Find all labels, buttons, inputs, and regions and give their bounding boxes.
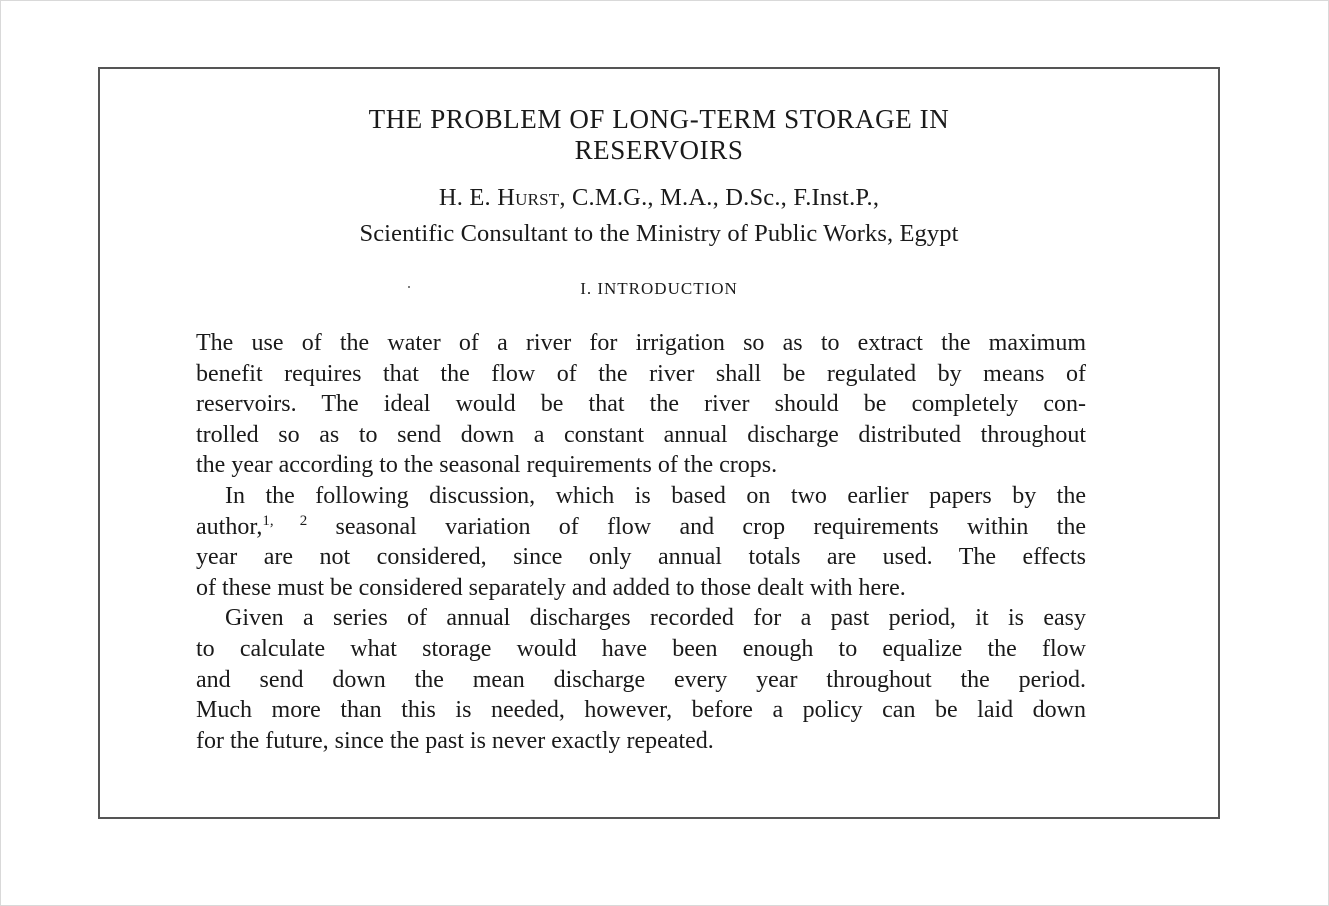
paragraph-2-line: year are not considered, since only annu…: [196, 544, 1086, 571]
paragraph-2-line: of these must be considered separately a…: [196, 574, 906, 601]
paragraph-1-line: benefit requires that the flow of the ri…: [196, 360, 1086, 387]
body-text: The use of the water of a river for irri…: [196, 328, 1086, 756]
paragraph-2-text: seasonal variation of flow and crop requ…: [307, 513, 1087, 540]
document-page: THE PROBLEM OF LONG-TERM STORAGE IN RESE…: [98, 67, 1220, 819]
paragraph-1-line: The use of the water of a river for irri…: [196, 330, 1086, 356]
paragraph-2-line: author,1, 2 seasonal variation of flow a…: [196, 512, 1086, 543]
paragraph-1-line: reservoirs. The ideal would be that the …: [196, 391, 1086, 418]
paragraph-2-word: author,: [196, 513, 263, 540]
paragraph-3-line: for the future, since the past is never …: [196, 727, 714, 754]
paragraph-3-line: to calculate what storage would have bee…: [196, 635, 1086, 662]
section-heading: I. INTRODUCTION: [580, 279, 738, 298]
paper-title: THE PROBLEM OF LONG-TERM STORAGE IN RESE…: [100, 104, 1218, 166]
author-affiliation: Scientific Consultant to the Ministry of…: [359, 220, 959, 247]
paragraph-3-line: Much more than this is needed, however, …: [196, 697, 1086, 724]
author-initials: H. E.: [438, 184, 498, 211]
author-credentials: , C.M.G., M.A., D.Sc., F.Inst.P.,: [559, 184, 880, 211]
author-line: H. E. Hurst, C.M.G., M.A., D.Sc., F.Inst…: [100, 184, 1218, 212]
title-line-2: RESERVOIRS: [574, 135, 744, 165]
paragraph-2-line: In the following discussion, which is ba…: [225, 482, 1086, 509]
paragraph-3-line: Given a series of annual discharges reco…: [225, 605, 1086, 632]
paragraph-3-line: and send down the mean discharge every y…: [196, 666, 1086, 693]
paragraph-1-line: the year according to the seasonal requi…: [196, 452, 778, 479]
author-surname: Hurst: [497, 184, 560, 211]
title-line-1: THE PROBLEM OF LONG-TERM STORAGE IN: [368, 104, 950, 134]
paragraph-1-line: trolled so as to send down a constant an…: [196, 421, 1086, 448]
footnote-reference: 1, 2: [262, 512, 308, 529]
